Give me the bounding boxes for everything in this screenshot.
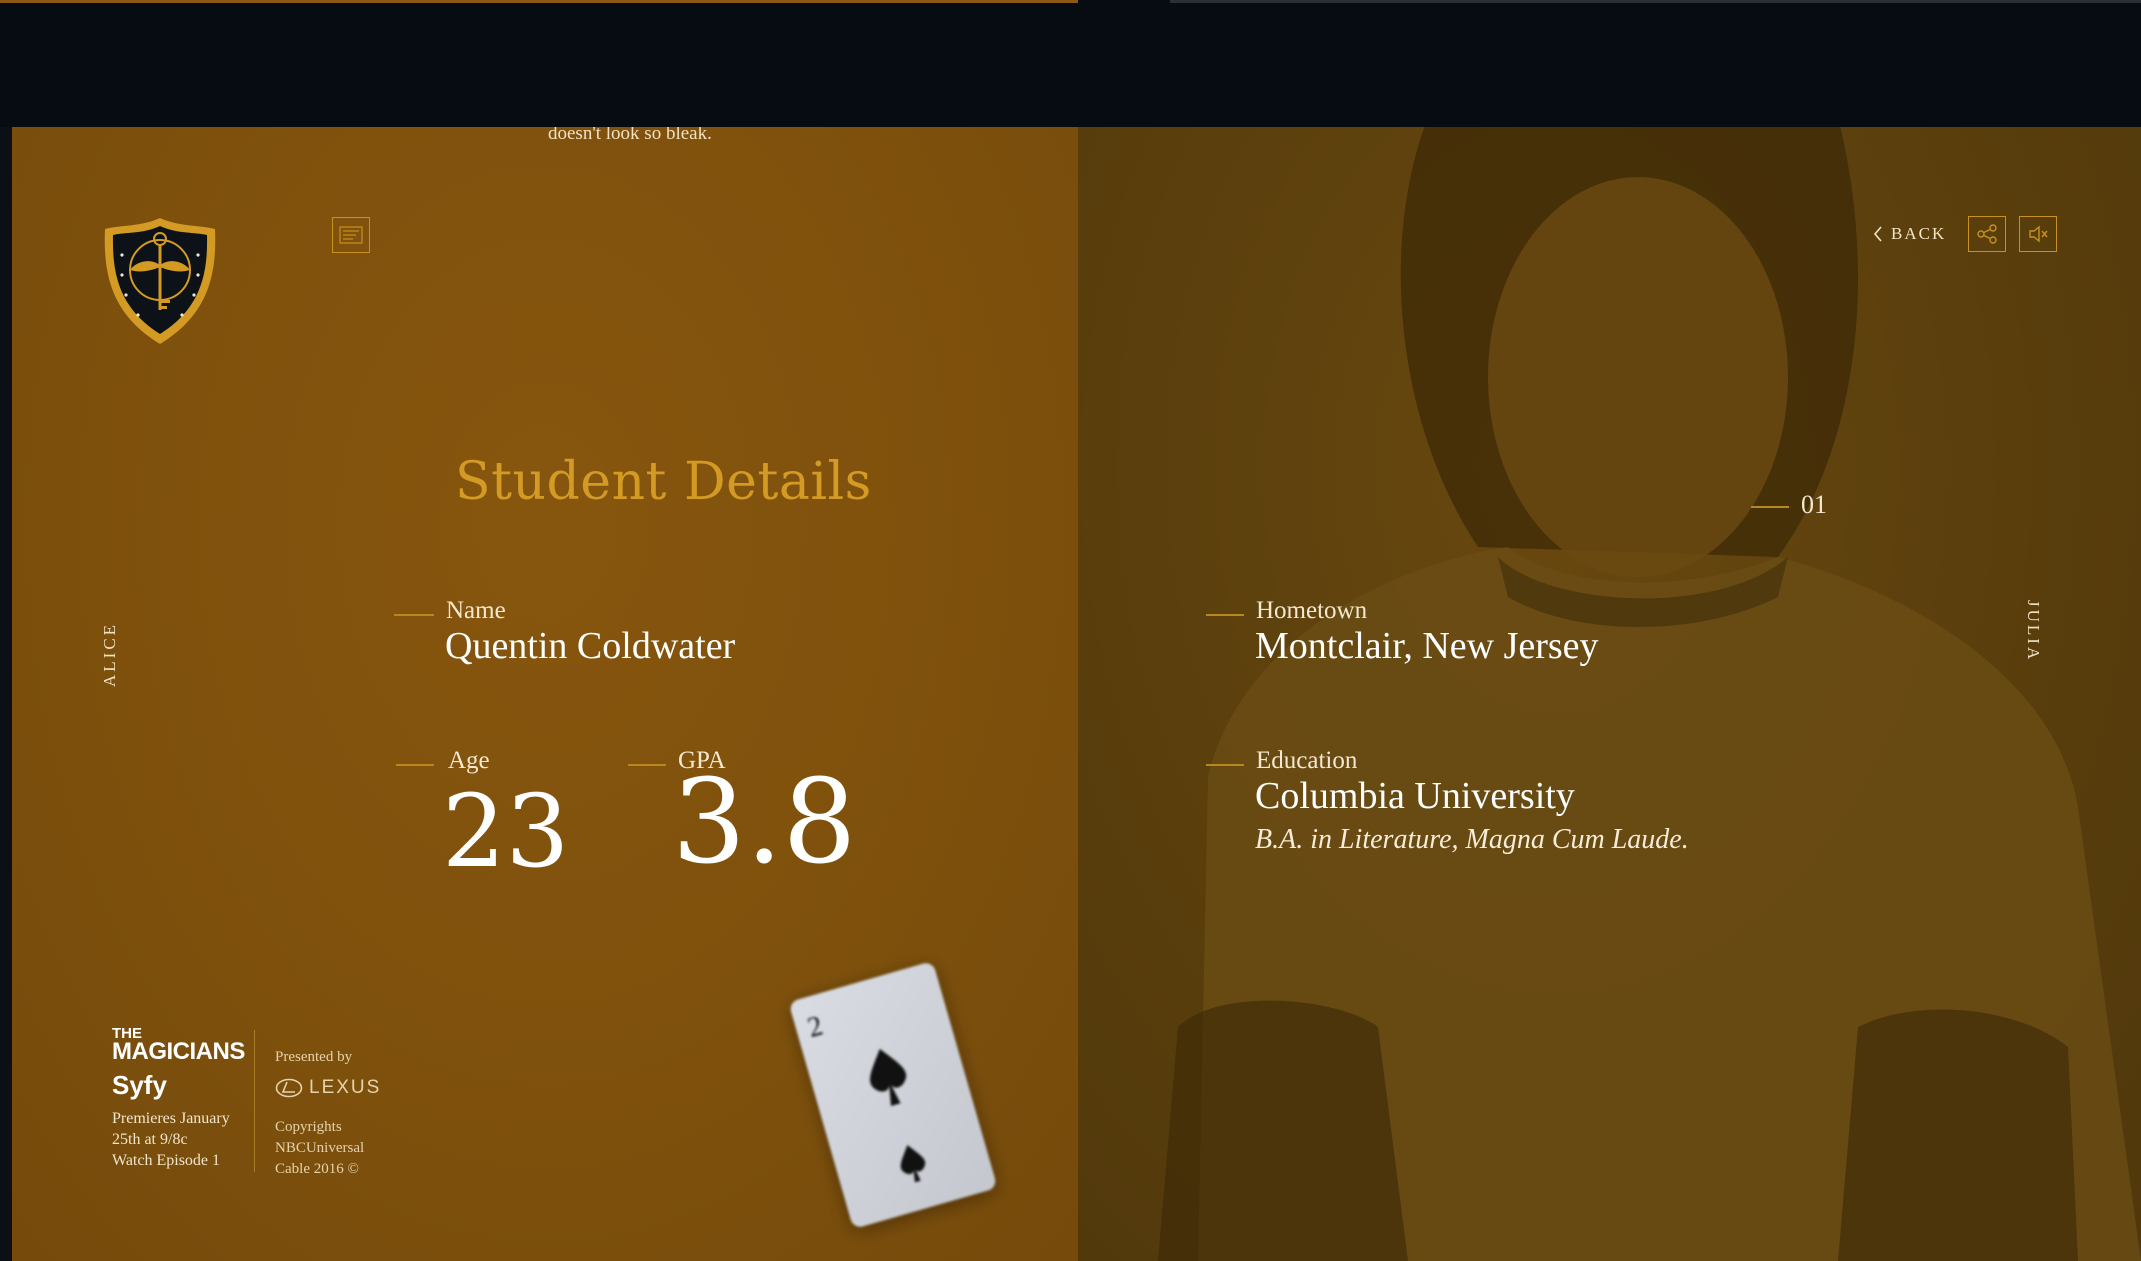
age-value: 23 — [442, 773, 570, 890]
playing-card-image: 2 — [788, 960, 998, 1230]
education-detail: B.A. in Literature, Magna Cum Laude. — [1255, 824, 1689, 855]
chevron-left-icon — [1873, 226, 1882, 242]
name-dash — [394, 614, 434, 616]
gpa-value: 3.8 — [672, 755, 857, 890]
mute-icon — [2029, 225, 2048, 243]
hometown-dash — [1206, 614, 1244, 616]
prev-character-link[interactable]: ALICE — [100, 622, 120, 687]
back-button[interactable]: BACK — [1873, 224, 1946, 244]
lexus-icon — [275, 1078, 303, 1098]
back-label: BACK — [1891, 224, 1947, 243]
age-label: Age — [448, 747, 490, 774]
copyright: Copyrights NBCUniversal Cable 2016 © — [275, 1117, 395, 1180]
copyright-line1: Copyrights — [275, 1119, 342, 1135]
premiere-line2: 25th at 9/8c — [112, 1130, 188, 1148]
footer-divider — [254, 1030, 255, 1172]
portrait-panel: 01 Hometown Montclair, New Jersey Educat… — [1078, 127, 2141, 1261]
page-number: 01 — [1801, 490, 1827, 519]
character-portrait-image — [1078, 127, 2141, 1261]
share-icon — [1977, 224, 1997, 244]
top-gold-line — [0, 0, 1078, 3]
premiere-line3[interactable]: Watch Episode 1 — [112, 1151, 245, 1172]
name-label: Name — [446, 597, 506, 624]
name-value: Quentin Coldwater — [445, 625, 736, 667]
education-label: Education — [1256, 747, 1358, 774]
copyright-line2: NBCUniversal — [275, 1140, 365, 1156]
overflow-text: doesn't look so bleak. — [548, 127, 712, 144]
left-edge-strip — [0, 127, 12, 1261]
top-bar — [0, 0, 2141, 127]
menu-button[interactable] — [332, 217, 370, 253]
hometown-value: Montclair, New Jersey — [1255, 625, 1599, 667]
copyright-line3: Cable 2016 © — [275, 1161, 359, 1177]
section-title: Student Details — [455, 452, 872, 512]
show-title-line2: MAGICIANS — [112, 1038, 245, 1066]
shield-crest-icon[interactable] — [100, 215, 220, 347]
svg-text:2: 2 — [804, 1010, 826, 1044]
student-details-panel: doesn't look so bleak. ALICE Student Det… — [12, 127, 1078, 1261]
hometown-label: Hometown — [1256, 597, 1368, 624]
education-dash — [1206, 764, 1244, 766]
network-logo: Syfy — [112, 1070, 167, 1101]
show-logo[interactable]: THE MAGICIANS Syfy Premieres January 25t… — [112, 1026, 245, 1172]
sponsor-logo[interactable]: LEXUS — [275, 1077, 381, 1099]
menu-icon — [339, 226, 363, 244]
next-character-link[interactable]: JULIA — [2023, 600, 2043, 662]
presented-by: Presented by — [275, 1049, 353, 1065]
premiere-line1: Premieres January — [112, 1110, 230, 1128]
age-dash — [396, 764, 434, 766]
gpa-dash — [628, 764, 666, 766]
page-number-dash — [1751, 506, 1789, 508]
sponsor-name: LEXUS — [309, 1077, 382, 1098]
education-value: Columbia University — [1255, 775, 1575, 817]
top-image-strip — [1170, 0, 2141, 3]
mute-button[interactable] — [2019, 216, 2057, 252]
share-button[interactable] — [1968, 216, 2006, 252]
